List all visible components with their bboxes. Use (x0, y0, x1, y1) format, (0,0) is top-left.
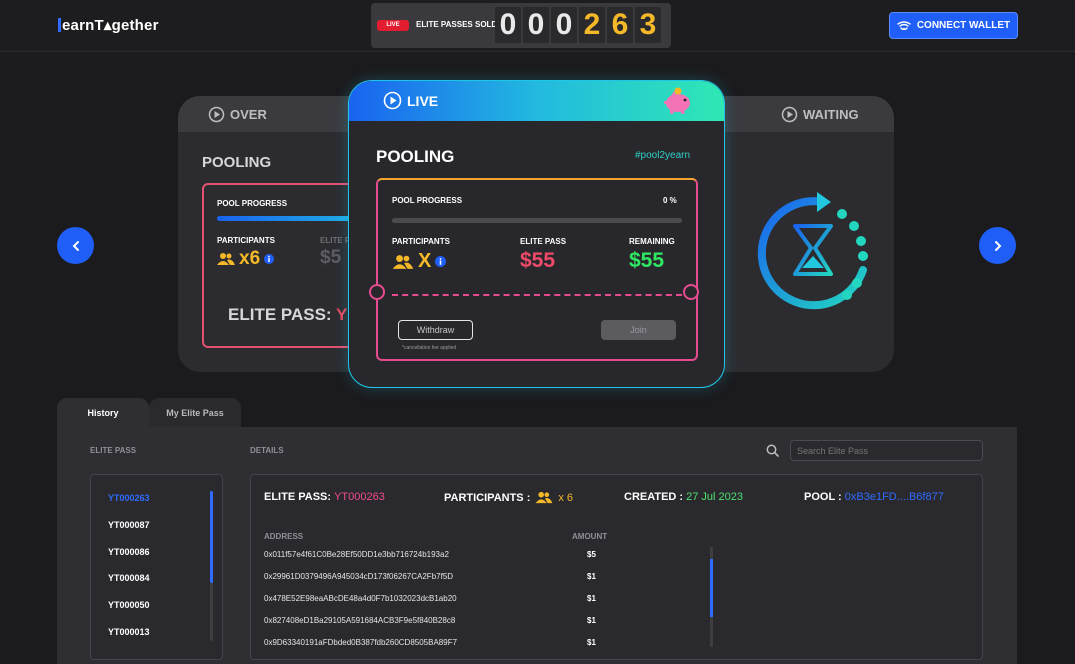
pass-details: ELITE PASS: YT000263 PARTICIPANTS : x 6 … (250, 474, 983, 660)
elite-pass-price: $55 (520, 249, 556, 272)
users-icon (392, 254, 414, 269)
detail-elite-pass: ELITE PASS: YT000263 (264, 491, 385, 503)
list-item[interactable]: YT000087 (108, 520, 150, 530)
counter-digit: 0 (551, 7, 577, 43)
cancellation-fee-note: *cancellation fee applied (402, 345, 457, 351)
pool-status-waiting: WAITING (781, 106, 859, 123)
counter-digits: 0 0 0 2 6 3 (495, 7, 661, 43)
table-row-address: 0x478E52E98eaABcDE48a4d0F7b1032023dcB1ab… (264, 594, 457, 603)
counter-digit: 0 (523, 7, 549, 43)
elite-pass-list: YT000263 YT000087 YT000086 YT000084 YT00… (90, 474, 223, 660)
list-item[interactable]: YT000086 (108, 547, 150, 557)
join-button[interactable]: Join (601, 320, 676, 340)
details-scrollbar-thumb[interactable] (710, 559, 713, 617)
hourglass-refresh-icon (757, 192, 868, 310)
table-row-amount: $5 (587, 550, 596, 559)
history-panel: ELITE PASS DETAILS YT000263 YT000087 YT0… (57, 427, 1017, 664)
pool-status-over: OVER (208, 106, 267, 123)
info-icon[interactable] (264, 254, 275, 264)
counter-digit: 2 (579, 7, 605, 43)
table-row-address: 0x827408eD1Ba29105A591684ACB3F9e5f840B28… (264, 616, 456, 625)
participants-value: X (418, 250, 432, 272)
app-logo[interactable]: earnT▴gether (58, 16, 159, 34)
chevron-left-icon (72, 240, 79, 251)
tab-history[interactable]: History (57, 398, 149, 428)
top-header: earnT▴gether LIVE ELITE PASSES SOLD 0 0 … (0, 0, 1075, 52)
pool-card-waiting[interactable]: WAITING (697, 96, 894, 372)
pool-progress-value: 0 % (663, 196, 677, 205)
carousel-prev-button[interactable] (57, 227, 94, 264)
pool-ticket: POOL PROGRESS 0 % PARTICIPANTS X ELITE P… (369, 178, 699, 361)
piggy-bank-icon (664, 87, 690, 114)
search-icon[interactable] (766, 444, 779, 457)
table-row-address: 0x011f57e4f61C0Be28Ef50DD1e3bb716724b193… (264, 550, 449, 559)
logo-mark (58, 18, 61, 32)
list-item[interactable]: YT000263 (108, 493, 150, 503)
history-tabs: History My Elite Pass (57, 398, 241, 428)
amount-column-head: AMOUNT (572, 532, 608, 541)
passes-sold-counter: LIVE ELITE PASSES SOLD 0 0 0 2 6 3 (371, 3, 671, 48)
address-column-head: ADDRESS (264, 532, 304, 541)
pool-hashtag[interactable]: #pool2yearn (635, 150, 697, 161)
withdraw-button[interactable]: Withdraw (398, 320, 473, 340)
play-circle-icon (208, 106, 225, 123)
elite-pass-footer: ELITE PASS: Y (228, 305, 348, 324)
list-item[interactable]: YT000013 (108, 627, 150, 637)
remaining-value: $55 (629, 249, 665, 272)
list-scrollbar-thumb[interactable] (210, 491, 213, 583)
pool-title: POOLING (202, 154, 272, 171)
list-scrollbar[interactable] (210, 491, 213, 641)
table-row-amount: $1 (587, 572, 596, 581)
pool-progress-bar (392, 218, 682, 223)
users-icon (217, 253, 235, 265)
list-item[interactable]: YT000084 (108, 573, 150, 583)
chevron-right-icon (994, 240, 1001, 251)
detail-created: CREATED : 27 Jul 2023 (624, 491, 744, 503)
elite-pass-column-head: ELITE PASS (90, 446, 137, 455)
list-item[interactable]: YT000050 (108, 600, 150, 610)
detail-pool: POOL : 0xB3e1FD....B6f877 (804, 491, 944, 503)
table-row-address: 0x29961D0379496A945034cD173f06267CA2Fb7f… (264, 572, 454, 581)
walletconnect-icon (897, 21, 911, 30)
table-row-amount: $1 (587, 638, 596, 647)
detail-participants: PARTICIPANTS : x 6 (444, 491, 574, 504)
tab-my-elite-pass[interactable]: My Elite Pass (149, 398, 241, 428)
counter-digit: 6 (607, 7, 633, 43)
counter-digit: 0 (495, 7, 521, 43)
details-scrollbar[interactable] (710, 547, 713, 647)
live-badge: LIVE (377, 20, 409, 31)
pool-card-live[interactable]: LIVE POOLING #pool2yearn POOL PROGRESS 0… (348, 80, 725, 388)
pool-title: POOLING (376, 147, 455, 166)
details-column-head: DETAILS (250, 446, 284, 455)
play-circle-icon (781, 106, 798, 123)
counter-digit: 3 (635, 7, 661, 43)
table-row-amount: $1 (587, 594, 596, 603)
table-row-address: 0x9D63340191aFDbded0B387fdb260CD8505BA89… (264, 638, 458, 647)
passes-sold-label: ELITE PASSES SOLD (416, 20, 498, 29)
play-circle-icon (383, 91, 402, 110)
connect-wallet-button[interactable]: CONNECT WALLET (889, 12, 1018, 39)
pool-status-live: LIVE (383, 91, 438, 110)
search-elite-pass-input[interactable] (790, 440, 983, 461)
info-icon[interactable] (435, 256, 447, 267)
users-icon (536, 491, 553, 504)
table-row-amount: $1 (587, 616, 596, 625)
carousel-next-button[interactable] (979, 227, 1016, 264)
